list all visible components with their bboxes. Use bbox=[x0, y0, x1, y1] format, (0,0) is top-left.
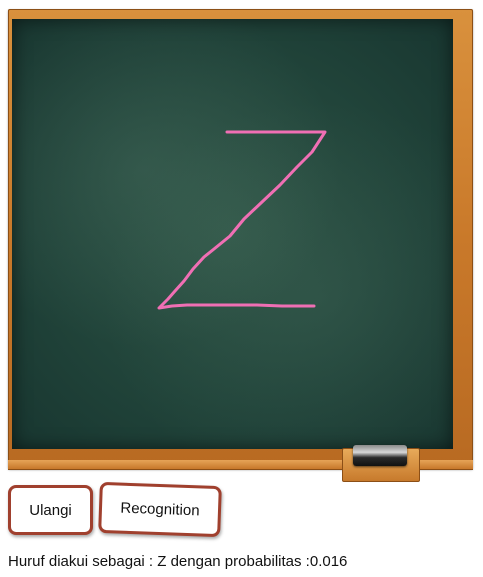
recognition-button[interactable]: Recognition bbox=[98, 481, 222, 538]
eraser-icon bbox=[353, 445, 407, 466]
drawn-letter-stroke bbox=[157, 130, 327, 310]
recognition-result-text: Huruf diakui sebagai : Z dengan probabil… bbox=[8, 553, 348, 570]
drawn-stroke-layer bbox=[157, 130, 327, 310]
reset-button[interactable]: Ulangi bbox=[8, 485, 93, 535]
drawing-canvas[interactable] bbox=[12, 19, 453, 449]
page: Ulangi Recognition Huruf diakui sebagai … bbox=[0, 0, 483, 577]
